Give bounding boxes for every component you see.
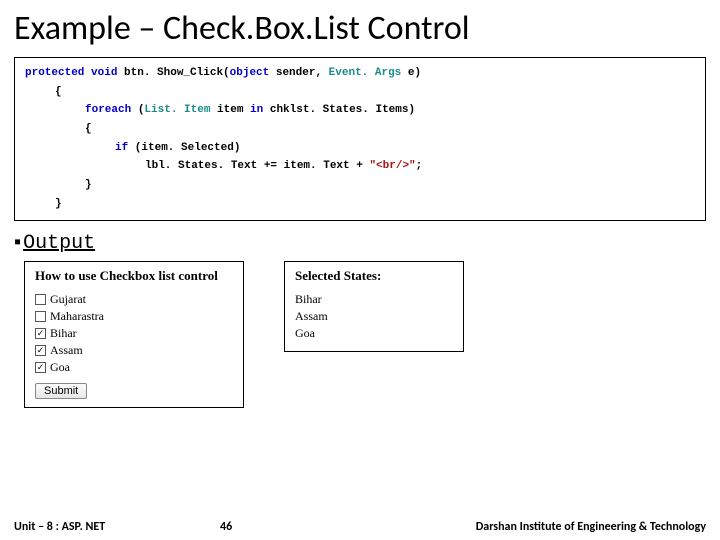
checkbox-list-panel: How to use Checkbox list control Gujarat… <box>24 261 244 408</box>
code-string: "<br/>" <box>369 160 415 172</box>
selected-states-panel: Selected States: Bihar Assam Goa <box>284 261 464 352</box>
code-text: item <box>210 104 250 116</box>
checkbox-row: Maharastra <box>35 309 233 324</box>
selected-item: Assam <box>295 309 453 324</box>
code-type: Event. Args <box>329 67 402 79</box>
checkbox-row: ✓ Bihar <box>35 326 233 341</box>
code-text: } <box>25 195 695 214</box>
output-heading: Output <box>14 231 706 255</box>
checkbox-label: Maharastra <box>50 309 104 324</box>
output-panels: How to use Checkbox list control Gujarat… <box>24 261 696 408</box>
panel-title: Selected States: <box>295 268 453 284</box>
checkbox-icon[interactable]: ✓ <box>35 362 46 373</box>
code-keyword: protected void <box>25 67 117 79</box>
checkbox-row: ✓ Assam <box>35 343 233 358</box>
checkbox-label: Gujarat <box>50 292 86 307</box>
code-text: lbl. States. Text += item. Text + <box>145 160 369 172</box>
checkbox-icon[interactable]: ✓ <box>35 328 46 339</box>
panel-title: How to use Checkbox list control <box>35 268 233 284</box>
code-text: ( <box>131 104 144 116</box>
footer-right: Darshan Institute of Engineering & Techn… <box>476 520 706 534</box>
submit-button[interactable]: Submit <box>35 383 87 399</box>
slide-footer: Unit – 8 : ASP. NET 46 Darshan Institute… <box>0 520 720 534</box>
code-text: sender, <box>269 67 328 79</box>
checkbox-icon[interactable]: ✓ <box>35 345 46 356</box>
code-text: ; <box>416 160 423 172</box>
checkbox-label: Bihar <box>50 326 77 341</box>
code-keyword: foreach <box>85 104 131 116</box>
checkbox-label: Assam <box>50 343 83 358</box>
code-text: e) <box>401 67 421 79</box>
checkbox-row: Gujarat <box>35 292 233 307</box>
code-text: (item. Selected) <box>128 142 240 154</box>
code-block: protected void btn. Show_Click(object se… <box>14 57 706 221</box>
code-keyword: if <box>115 142 128 154</box>
code-text: } <box>25 176 695 195</box>
checkbox-icon[interactable] <box>35 294 46 305</box>
checkbox-icon[interactable] <box>35 311 46 322</box>
code-text: { <box>25 83 695 102</box>
code-type: List. Item <box>144 104 210 116</box>
selected-item: Bihar <box>295 292 453 307</box>
footer-left: Unit – 8 : ASP. NET <box>14 520 105 534</box>
code-keyword: object <box>230 67 270 79</box>
code-text: chklst. States. Items) <box>263 104 415 116</box>
footer-page-number: 46 <box>220 520 232 534</box>
code-text: { <box>25 120 695 139</box>
checkbox-label: Goa <box>50 360 70 375</box>
checkbox-row: ✓ Goa <box>35 360 233 375</box>
slide-title: Example – Check.Box.List Control <box>0 0 720 55</box>
selected-item: Goa <box>295 326 453 341</box>
code-keyword: in <box>250 104 263 116</box>
code-text: btn. Show_Click( <box>117 67 229 79</box>
